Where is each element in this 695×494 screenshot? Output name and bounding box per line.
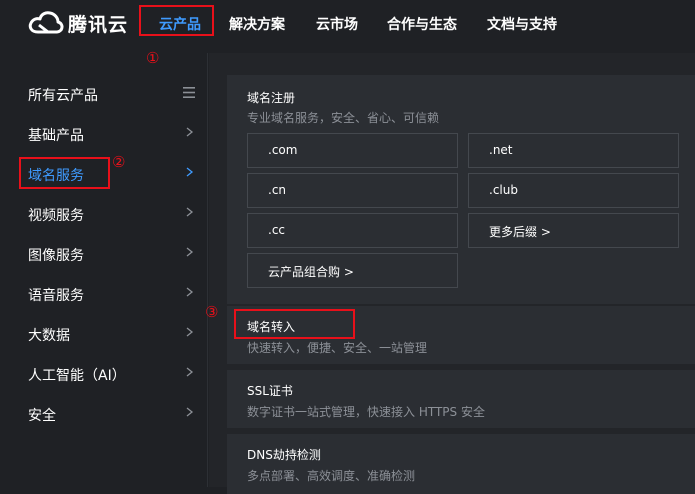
tld-option-label: .net <box>489 143 513 157</box>
annotation-step-2: ② <box>112 153 126 171</box>
chevron-right-icon <box>186 247 194 257</box>
sidebar-item-voice-services[interactable]: 语音服务 <box>0 273 208 313</box>
brand-logo[interactable]: 腾讯云 <box>28 10 128 36</box>
domain-registration-title[interactable]: 域名注册 <box>247 89 295 106</box>
chevron-right-icon <box>186 327 194 337</box>
sidebar-item-label: 语音服务 <box>28 288 84 304</box>
sidebar-item-image-services[interactable]: 图像服务 <box>0 233 208 273</box>
brand-name: 腾讯云 <box>68 13 129 36</box>
product-bundle-button[interactable]: 云产品组合购 > <box>247 253 458 288</box>
sidebar-item-label: 域名服务 <box>28 168 84 184</box>
nav-marketplace[interactable]: 云市场 <box>316 14 358 34</box>
domain-transfer-desc: 快速转入，便捷、安全、一站管理 <box>247 341 428 355</box>
sidebar-item-label: 基础产品 <box>28 128 84 144</box>
chevron-right-icon <box>186 207 194 217</box>
sidebar-item-basic-products[interactable]: 基础产品 <box>0 113 208 153</box>
chevron-right-icon <box>186 127 194 137</box>
nav-solutions[interactable]: 解决方案 <box>229 14 285 34</box>
domain-registration-card: 域名注册 专业域名服务，安全、省心、可信赖 .com .net .cn .clu… <box>227 75 695 304</box>
domain-registration-desc: 专业域名服务，安全、省心、可信赖 <box>247 111 440 125</box>
domain-transfer-title[interactable]: 域名转入 <box>247 318 295 335</box>
tld-option-label: .club <box>489 183 518 197</box>
menu-icon <box>183 87 195 98</box>
sidebar-item-label: 人工智能（AI） <box>28 368 126 384</box>
sidebar-item-label: 视频服务 <box>28 208 84 224</box>
sidebar-item-all-products[interactable]: 所有云产品 <box>0 73 208 113</box>
tld-option-cc[interactable]: .cc <box>247 213 458 248</box>
domain-services-panel: 域名注册 专业域名服务，安全、省心、可信赖 .com .net .cn .clu… <box>209 53 695 494</box>
sidebar-item-security[interactable]: 安全 <box>0 393 208 433</box>
chevron-right-icon <box>186 367 194 377</box>
top-navigation-bar: 腾讯云 云产品 解决方案 云市场 合作与生态 文档与支持 <box>0 0 695 46</box>
dns-hijack-detection-desc: 多点部署、高效调度、准确检测 <box>247 469 416 483</box>
sidebar-item-label: 所有云产品 <box>28 88 98 104</box>
sidebar-item-ai[interactable]: 人工智能（AI） <box>0 353 208 393</box>
product-category-sidebar: 所有云产品 基础产品 域名服务 视频服务 图像服务 语音服务 大数据 人工智能（… <box>0 53 208 487</box>
dns-hijack-detection-title[interactable]: DNS劫持检测 <box>247 446 321 463</box>
more-suffixes-button[interactable]: 更多后缀 > <box>468 213 679 248</box>
annotation-step-1: ① <box>146 49 160 67</box>
chevron-right-icon <box>186 167 194 177</box>
dns-hijack-detection-card[interactable]: DNS劫持检测 多点部署、高效调度、准确检测 <box>227 434 695 494</box>
tld-option-net[interactable]: .net <box>468 133 679 168</box>
tld-option-label: .cn <box>268 183 287 197</box>
ssl-certificate-card[interactable]: SSL证书 数字证书一站式管理，快速接入 HTTPS 安全 <box>227 370 695 428</box>
tld-option-label: .com <box>268 143 298 157</box>
nav-docs-support[interactable]: 文档与支持 <box>487 14 557 34</box>
ssl-certificate-desc: 数字证书一站式管理，快速接入 HTTPS 安全 <box>247 405 485 419</box>
tld-option-cn[interactable]: .cn <box>247 173 458 208</box>
tld-option-club[interactable]: .club <box>468 173 679 208</box>
sidebar-item-big-data[interactable]: 大数据 <box>0 313 208 353</box>
chevron-right-icon <box>186 407 194 417</box>
sidebar-item-label: 图像服务 <box>28 248 84 264</box>
annotation-step-3: ③ <box>205 303 219 321</box>
tld-option-com[interactable]: .com <box>247 133 458 168</box>
cloud-logo-icon <box>28 11 64 34</box>
ssl-certificate-title[interactable]: SSL证书 <box>247 382 293 399</box>
sidebar-item-label: 大数据 <box>28 328 70 344</box>
sidebar-item-label: 安全 <box>28 408 56 424</box>
nav-partners-ecosystem[interactable]: 合作与生态 <box>387 14 457 34</box>
more-suffixes-label: 更多后缀 > <box>489 225 551 239</box>
sidebar-item-domain-services[interactable]: 域名服务 <box>0 153 208 193</box>
product-bundle-label: 云产品组合购 > <box>268 265 354 279</box>
chevron-right-icon <box>186 287 194 297</box>
tld-option-label: .cc <box>268 223 286 237</box>
nav-cloud-products[interactable]: 云产品 <box>159 14 201 34</box>
domain-transfer-card[interactable]: 域名转入 快速转入，便捷、安全、一站管理 <box>227 306 695 364</box>
sidebar-item-video-services[interactable]: 视频服务 <box>0 193 208 233</box>
